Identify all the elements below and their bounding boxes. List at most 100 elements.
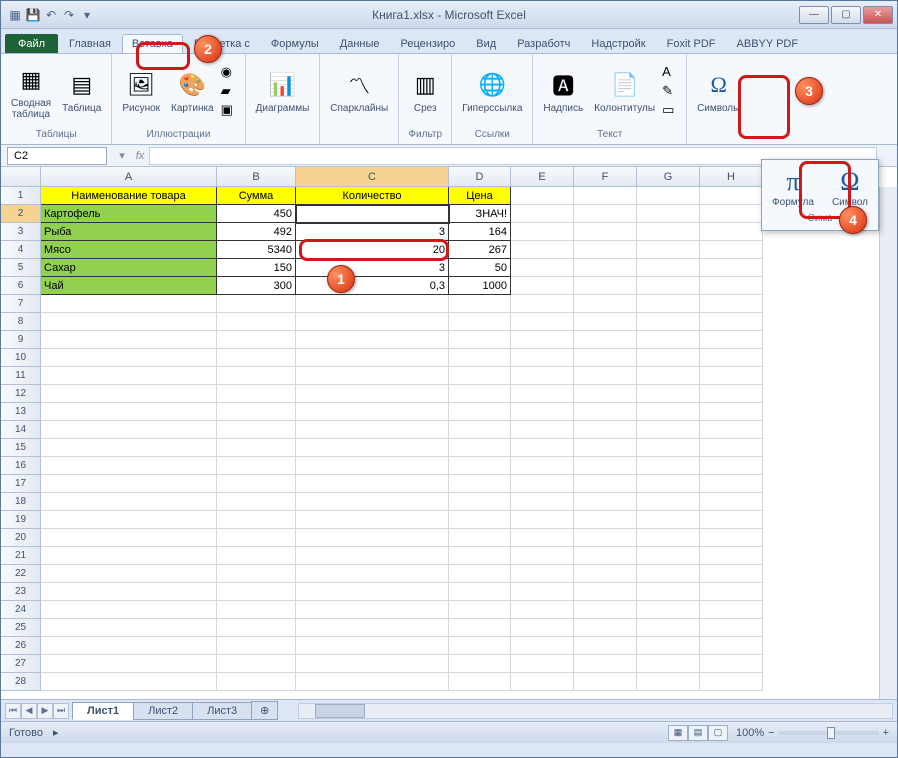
cell[interactable] [41,385,217,403]
cell[interactable] [511,583,574,601]
row-header[interactable]: 13 [1,403,41,421]
row-header[interactable]: 7 [1,295,41,313]
cell[interactable]: Сумма [217,187,296,205]
row-header[interactable]: 17 [1,475,41,493]
cell[interactable] [637,439,700,457]
cell[interactable] [449,331,511,349]
cell[interactable] [574,241,637,259]
cell[interactable] [637,565,700,583]
cell[interactable] [574,403,637,421]
row-header[interactable]: 28 [1,673,41,691]
cell[interactable] [637,601,700,619]
cell[interactable]: 0,3 [296,277,449,295]
cell[interactable] [217,601,296,619]
row-header[interactable]: 15 [1,439,41,457]
row-header[interactable]: 3 [1,223,41,241]
sheet-next-button[interactable]: ▶ [37,703,53,719]
row-header[interactable]: 27 [1,655,41,673]
cell[interactable] [296,619,449,637]
cell[interactable] [217,385,296,403]
save-icon[interactable]: 💾 [25,7,41,23]
cell[interactable] [511,241,574,259]
cell[interactable] [700,655,763,673]
cell[interactable] [574,259,637,277]
cell[interactable] [637,547,700,565]
maximize-button[interactable]: ▢ [831,6,861,24]
cell[interactable] [41,331,217,349]
cell[interactable]: 3 [296,223,449,241]
cell[interactable] [700,583,763,601]
row-header[interactable]: 6 [1,277,41,295]
cell[interactable] [41,547,217,565]
cell[interactable] [574,619,637,637]
cell[interactable] [41,295,217,313]
new-sheet-button[interactable]: ⊕ [251,701,278,720]
cell[interactable] [511,655,574,673]
cell[interactable] [296,367,449,385]
hscroll-thumb[interactable] [315,704,365,718]
cell[interactable] [449,385,511,403]
clipart-button[interactable]: 🎨Картинка [167,67,218,116]
table-button[interactable]: ▤Таблица [58,67,105,116]
wordart-icon[interactable]: A [662,64,680,82]
cell[interactable] [574,529,637,547]
cell[interactable] [700,601,763,619]
cell[interactable] [700,367,763,385]
cell[interactable] [700,529,763,547]
row-header[interactable]: 8 [1,313,41,331]
select-all-corner[interactable] [1,167,41,186]
cell[interactable] [574,187,637,205]
tab-addins[interactable]: Надстройк [581,34,655,53]
cell[interactable] [296,205,449,223]
cell[interactable] [637,673,700,691]
cell[interactable] [574,295,637,313]
cell[interactable] [637,313,700,331]
zoom-slider[interactable] [779,731,879,735]
row-header[interactable]: 2 [1,205,41,223]
cell[interactable] [217,511,296,529]
row-header[interactable]: 4 [1,241,41,259]
cell[interactable] [217,493,296,511]
cell[interactable] [574,637,637,655]
vertical-scrollbar[interactable] [879,187,897,699]
tab-file[interactable]: Файл [5,34,58,53]
cell[interactable] [41,619,217,637]
cell[interactable] [511,331,574,349]
cell[interactable] [574,493,637,511]
cell[interactable] [217,547,296,565]
cell[interactable] [449,655,511,673]
cell[interactable] [449,475,511,493]
cell[interactable] [511,367,574,385]
cell[interactable] [700,439,763,457]
cell[interactable]: 20 [296,241,449,259]
namebox-dropdown-icon[interactable]: ▾ [113,147,131,165]
cell[interactable] [449,421,511,439]
cell[interactable] [511,439,574,457]
row-header[interactable]: 1 [1,187,41,205]
cell[interactable] [637,295,700,313]
cell[interactable] [511,511,574,529]
minimize-button[interactable]: — [799,6,829,24]
cell[interactable] [449,565,511,583]
cell[interactable] [296,313,449,331]
symbol-button[interactable]: ΩСимвол [826,164,874,211]
cell[interactable] [637,529,700,547]
cell[interactable] [449,601,511,619]
cell[interactable] [511,565,574,583]
cell[interactable] [41,367,217,385]
macro-icon[interactable]: ▸ [53,726,59,739]
cell[interactable] [511,385,574,403]
row-header[interactable]: 16 [1,457,41,475]
cell[interactable]: Рыба [41,223,217,241]
cell[interactable] [637,277,700,295]
cell[interactable] [700,385,763,403]
cell[interactable] [637,223,700,241]
cell[interactable] [637,457,700,475]
tab-insert[interactable]: Вставка [122,34,183,53]
cell[interactable]: Картофель [41,205,217,223]
cell[interactable] [637,511,700,529]
cell[interactable] [511,277,574,295]
cell[interactable] [700,619,763,637]
cell[interactable] [449,349,511,367]
cell[interactable] [449,619,511,637]
